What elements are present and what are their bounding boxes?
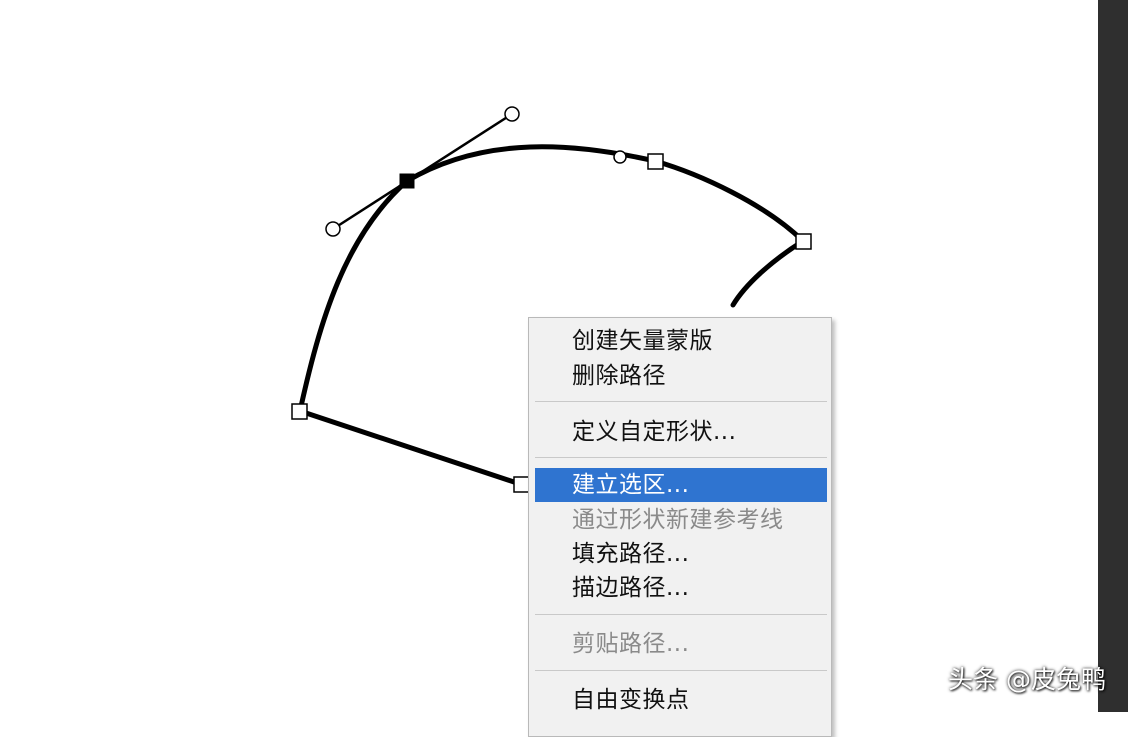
menu-item-new-guides-from-shape[interactable]: 通过形状新建参考线 [535, 503, 827, 537]
direction-handle-point[interactable] [613, 150, 627, 164]
menu-separator [535, 614, 827, 615]
menu-separator [535, 457, 827, 458]
menu-item-create-vector-mask[interactable]: 创建矢量蒙版 [535, 324, 827, 358]
direction-handle-point[interactable] [504, 106, 520, 122]
anchor-point[interactable] [647, 153, 664, 170]
anchor-point[interactable] [513, 476, 530, 493]
menu-item-delete-path[interactable]: 删除路径 [535, 359, 827, 393]
panel-edge [1098, 0, 1128, 712]
menu-item-define-custom-shape[interactable]: 定义自定形状... [535, 415, 827, 449]
anchor-point[interactable] [795, 233, 812, 250]
anchor-point-selected[interactable] [399, 173, 415, 189]
menu-item-fill-path[interactable]: 填充路径... [535, 537, 827, 571]
menu-separator [535, 670, 827, 671]
anchor-point[interactable] [291, 403, 308, 420]
menu-separator [535, 401, 827, 402]
menu-item-clipping-path[interactable]: 剪贴路径... [535, 627, 827, 661]
menu-item-stroke-path[interactable]: 描边路径... [535, 571, 827, 605]
menu-item-make-selection[interactable]: 建立选区... [535, 468, 827, 502]
direction-handle-point[interactable] [325, 221, 341, 237]
watermark: 头条 @皮兔鸭 [948, 665, 1106, 694]
context-menu: 创建矢量蒙版 删除路径 定义自定形状... 建立选区... 通过形状新建参考线 … [528, 317, 832, 737]
